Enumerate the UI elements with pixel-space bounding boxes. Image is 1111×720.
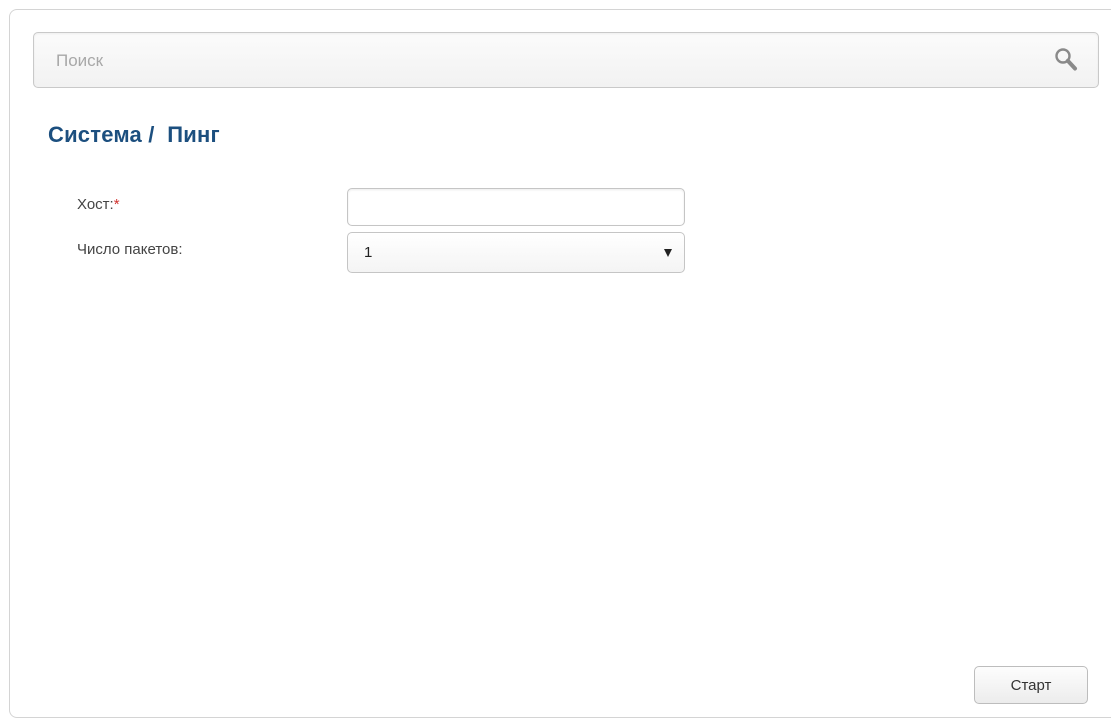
packet-count-value: 1 [364, 244, 373, 261]
search-box[interactable] [33, 32, 1099, 89]
main-panel [9, 9, 1111, 718]
dropdown-arrow-icon [664, 249, 672, 257]
start-button[interactable]: Старт [974, 666, 1088, 704]
host-label: Хост:* [77, 196, 120, 213]
required-marker: * [113, 196, 120, 213]
host-input[interactable] [347, 188, 685, 226]
search-input[interactable] [54, 33, 1018, 89]
search-icon[interactable] [1052, 46, 1080, 74]
host-label-text: Хост: [77, 196, 114, 213]
packet-count-label: Число пакетов: [77, 241, 183, 258]
page-title: Система / Пинг [48, 122, 220, 147]
packet-count-select[interactable]: 1 [347, 232, 685, 273]
